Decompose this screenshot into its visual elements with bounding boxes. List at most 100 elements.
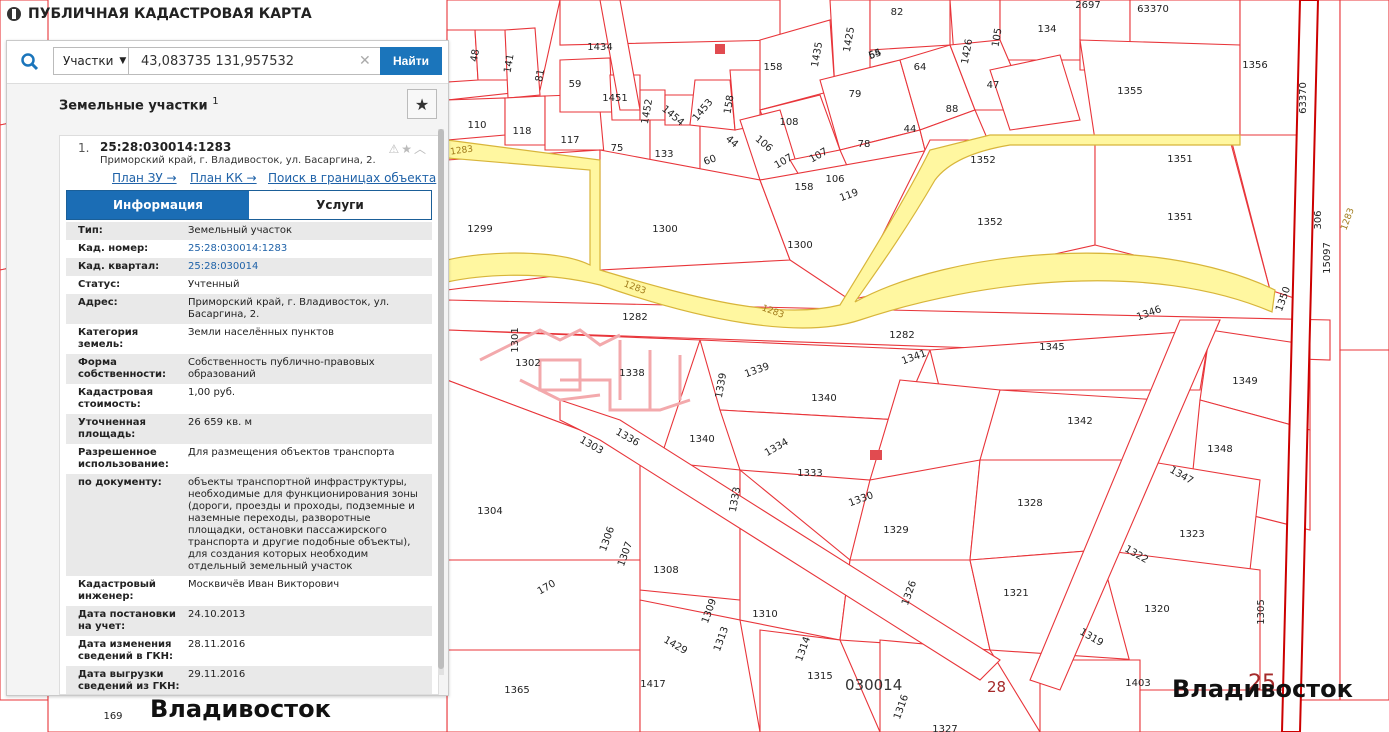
parcel-label: 1348: [1207, 444, 1232, 455]
info-value[interactable]: 25:28:030014:1283: [180, 243, 420, 255]
info-value: 29.11.2016: [188, 669, 246, 680]
info-value: Для размещения объектов транспорта: [188, 447, 395, 458]
parcel-label: 158: [763, 62, 782, 73]
search-bar: Участки ▼ ✕ Найти: [7, 41, 448, 84]
info-row: Категория земель: Земли населённых пункто…: [66, 324, 432, 354]
parcel-label: 1299: [467, 224, 492, 235]
parcel-label: 1338: [619, 368, 644, 379]
info-key: Разрешенное использование:: [78, 447, 169, 470]
info-row: Кад. квартал: 25:28:030014: [66, 258, 432, 276]
info-key: Дата изменения сведений в ГКН:: [78, 639, 174, 662]
parcel-label: 169: [103, 711, 122, 722]
info-key: Кад. номер:: [78, 243, 149, 254]
scrollbar-thumb[interactable]: [438, 129, 444, 669]
parcel-label: 1349: [1232, 376, 1257, 387]
parcel-label: 1329: [883, 525, 908, 536]
parcel-label: 110: [467, 120, 486, 131]
close-icon[interactable]: ✕: [359, 54, 371, 68]
parcel-label: 1352: [977, 217, 1002, 228]
parcel-label: 108: [779, 117, 798, 128]
info-value[interactable]: 25:28:030014: [180, 261, 420, 273]
info-value: 1,00 руб.: [188, 387, 236, 398]
quarter-label: 030014: [845, 676, 902, 694]
info-key: Форма собственности:: [78, 357, 167, 380]
parcel-label: 15097: [1322, 242, 1333, 274]
parcel-label: 158: [794, 182, 813, 193]
parcel-label: 1305: [1256, 599, 1267, 624]
parcel-label: 75: [611, 143, 624, 154]
district-label: 28: [987, 678, 1006, 696]
tab-services[interactable]: Услуги: [249, 191, 431, 219]
star-icon[interactable]: ★: [407, 89, 437, 119]
search-icon[interactable]: [13, 47, 47, 77]
info-value: 24.10.2013: [188, 609, 246, 620]
card-address: Приморский край, г. Владивосток, ул. Бас…: [100, 155, 376, 166]
info-row: Разрешенное использование: Для размещения…: [66, 444, 432, 474]
object-type-value: Участки: [63, 54, 114, 68]
parcel-label: 1302: [515, 358, 540, 369]
parcel-label: 134: [1037, 24, 1056, 35]
parcel-label: 117: [560, 135, 579, 146]
parcel-label: 1356: [1242, 60, 1267, 71]
info-value: объекты транспортной инфраструктуры, нео…: [188, 477, 418, 572]
parcel-label: 1345: [1039, 342, 1064, 353]
info-key: Адрес:: [78, 297, 118, 308]
info-row: Кадастровый инженер: Москвичёв Иван Викто…: [66, 576, 432, 606]
parcel-card: 1. 25:28:030014:1283 Приморский край, г.…: [59, 135, 439, 695]
parcel-label: 1365: [504, 685, 529, 696]
parcel-label: 1320: [1144, 604, 1169, 615]
parcel-label: 59: [569, 79, 582, 90]
parcel-label: 44: [904, 124, 917, 135]
info-table: Тип: Земельный участок Кад. номер: 25:28:03…: [66, 222, 432, 694]
parcel-label: 1315: [807, 671, 832, 682]
parcel-label: 1333: [797, 468, 822, 479]
card-cadastral-number[interactable]: 25:28:030014:1283: [100, 140, 231, 154]
scrollbar[interactable]: [438, 129, 444, 675]
info-row: по документу: объекты транспортной инфрас…: [66, 474, 432, 576]
parcel-label: 1323: [1179, 529, 1204, 540]
object-type-select[interactable]: Участки ▼: [53, 47, 129, 75]
parcel-label: 306: [1313, 210, 1324, 229]
card-index: 1.: [78, 141, 90, 155]
building-marker: [870, 450, 882, 460]
info-row: Тип: Земельный участок: [66, 222, 432, 240]
info-value: Москвичёв Иван Викторович: [188, 579, 340, 590]
parcel-label: 1352: [970, 155, 995, 166]
city-label: Владивосток: [150, 695, 331, 723]
info-value: Собственность публично-правовых образова…: [188, 357, 375, 380]
parcel-label: 63370: [1298, 82, 1309, 114]
info-row: Кад. номер: 25:28:030014:1283: [66, 240, 432, 258]
info-row: Статус: Учтенный: [66, 276, 432, 294]
parcel-label: 48: [469, 48, 482, 62]
city-label: Владивосток: [1172, 675, 1353, 703]
parcel-label: 78: [858, 139, 871, 150]
plan-zu-link[interactable]: План ЗУ →: [112, 171, 177, 185]
card-action-icons[interactable]: ⚠★︿: [388, 140, 428, 157]
parcel-label: 64: [914, 62, 927, 73]
parcel-label: 1342: [1067, 416, 1092, 427]
info-key: Категория земель:: [78, 327, 139, 350]
parcel-label: 88: [946, 104, 959, 115]
parcel-label: 1321: [1003, 588, 1028, 599]
parcel-label: 1328: [1017, 498, 1042, 509]
search-input[interactable]: [129, 47, 381, 75]
results-header: Земельные участки 1 ★: [7, 84, 448, 124]
parcel-label: 81: [534, 68, 547, 82]
parcel-label: 118: [512, 126, 531, 137]
info-key: Уточненная площадь:: [78, 417, 146, 440]
find-button[interactable]: Найти: [380, 47, 442, 75]
plan-kk-link[interactable]: План КК →: [190, 171, 257, 185]
building-marker: [715, 44, 725, 54]
info-value: Земли населённых пунктов: [188, 327, 334, 338]
info-key: Кад. квартал:: [78, 261, 160, 272]
parcel-label: 1310: [752, 609, 777, 620]
info-key: Тип:: [78, 225, 103, 236]
parcel-label: 2697: [1075, 0, 1100, 11]
chevron-down-icon: ▼: [119, 56, 127, 66]
info-value: Учтенный: [188, 279, 240, 290]
parcel-label: 1355: [1117, 86, 1142, 97]
info-key: Дата выгрузки сведений из ГКН:: [78, 669, 180, 692]
results-count: 1: [212, 96, 219, 107]
tab-info[interactable]: Информация: [67, 191, 249, 219]
logo-icon: [7, 7, 21, 21]
